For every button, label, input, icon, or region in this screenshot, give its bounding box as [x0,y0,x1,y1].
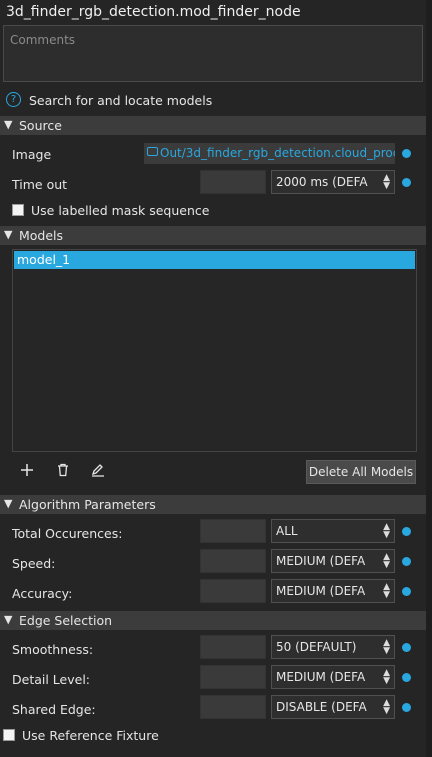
image-status-dot [402,149,411,158]
total-occurences-value: ALL [276,524,298,538]
smoothness-select[interactable]: 50 (DEFAULT) ▲ ▼ [271,635,395,659]
scrollbar-track[interactable] [426,0,432,757]
window-title: 3d_finder_rgb_detection.mod_finder_node [6,4,301,20]
collapse-triangle-icon: ▼ [4,118,13,131]
shared-edge-value: DISABLE (DEFA [276,700,367,714]
section-title-source: Source [19,118,62,133]
shared-edge-status-dot [402,703,411,712]
list-item[interactable]: model_1 [14,251,415,269]
spinner-arrows-icon: ▲ ▼ [383,668,390,686]
section-title-models: Models [19,228,64,243]
detail-level-select[interactable]: MEDIUM (DEFA ▲ ▼ [271,665,395,689]
image-label: Image [12,147,52,162]
spinner-arrows-icon: ▲ ▼ [383,582,390,600]
total-occurences-label: Total Occurences: [12,526,123,541]
models-list[interactable]: model_1 [12,249,417,452]
timeout-select[interactable]: 2000 ms (DEFA ▲ ▼ [271,170,395,194]
total-status-dot [402,527,411,536]
delete-all-models-button[interactable]: Delete All Models [306,460,416,484]
smoothness-value: 50 (DEFAULT) [276,640,357,654]
accuracy-value: MEDIUM (DEFA [276,584,366,598]
mask-sequence-checkbox[interactable] [12,204,24,216]
spinner-arrows-icon: ▲ ▼ [383,638,390,656]
spinner-arrows-icon: ▲ ▼ [383,173,390,191]
reference-fixture-label: Use Reference Fixture [22,728,159,743]
camera-icon [147,147,158,156]
accuracy-select[interactable]: MEDIUM (DEFA ▲ ▼ [271,579,395,603]
timeout-input[interactable] [200,170,266,194]
reference-fixture-checkbox[interactable] [3,729,15,741]
pencil-icon[interactable] [91,462,105,481]
spinner-arrows-icon: ▲ ▼ [383,552,390,570]
timeout-status-dot [402,178,411,187]
timeout-label: Time out [12,177,68,192]
image-source-value: Out/3d_finder_rgb_detection.cloud_proce [160,146,395,160]
mask-sequence-label: Use labelled mask sequence [31,203,210,218]
detail-level-label: Detail Level: [12,672,91,687]
shared-edge-label: Shared Edge: [12,702,96,717]
shared-edge-input[interactable] [200,695,266,719]
detail-level-value: MEDIUM (DEFA [276,670,366,684]
collapse-triangle-icon: ▼ [4,613,13,626]
timeout-select-value: 2000 ms (DEFA [276,175,368,189]
section-title-edge: Edge Selection [19,613,113,628]
total-occurences-input[interactable] [200,519,266,543]
spinner-arrows-icon: ▲ ▼ [383,698,390,716]
image-source-field[interactable]: Out/3d_finder_rgb_detection.cloud_proce [144,143,395,164]
trash-icon[interactable] [56,462,70,481]
speed-label: Speed: [12,556,56,571]
detail-status-dot [402,673,411,682]
accuracy-status-dot [402,587,411,596]
plus-icon[interactable] [20,462,34,481]
total-occurences-select[interactable]: ALL ▲ ▼ [271,519,395,543]
speed-input[interactable] [200,549,266,573]
smoothness-label: Smoothness: [12,642,94,657]
section-header-edge[interactable]: ▼ Edge Selection [0,611,426,630]
comments-box[interactable] [3,25,423,82]
speed-status-dot [402,557,411,566]
help-text: Search for and locate models [29,93,213,108]
section-header-models[interactable]: ▼ Models [0,226,426,245]
speed-select[interactable]: MEDIUM (DEFA ▲ ▼ [271,549,395,573]
section-header-source[interactable]: ▼ Source [0,116,426,135]
speed-value: MEDIUM (DEFA [276,554,366,568]
smoothness-input[interactable] [200,635,266,659]
detail-level-input[interactable] [200,665,266,689]
collapse-triangle-icon: ▼ [4,228,13,241]
smoothness-status-dot [402,643,411,652]
spinner-arrows-icon: ▲ ▼ [383,522,390,540]
accuracy-label: Accuracy: [12,586,73,601]
section-title-algorithm: Algorithm Parameters [19,497,156,512]
comments-input[interactable] [4,26,422,81]
accuracy-input[interactable] [200,579,266,603]
shared-edge-select[interactable]: DISABLE (DEFA ▲ ▼ [271,695,395,719]
collapse-triangle-icon: ▼ [4,497,13,510]
help-circle-icon[interactable]: ? [6,92,21,107]
section-header-algorithm[interactable]: ▼ Algorithm Parameters [0,495,426,514]
